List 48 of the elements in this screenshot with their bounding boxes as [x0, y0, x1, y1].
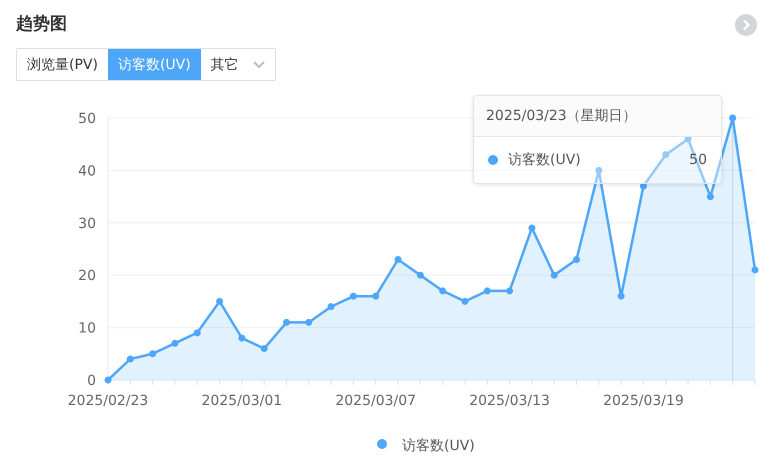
data-point [350, 292, 357, 300]
axis-label: 50 [78, 111, 96, 127]
data-point [484, 287, 491, 294]
data-point [729, 114, 736, 122]
axis-label: 2025/03/07 [335, 393, 416, 409]
axis-label: 2025/03/19 [603, 393, 684, 409]
data-point [328, 303, 335, 310]
legend-label[interactable]: 访客数(UV) [402, 438, 475, 454]
data-point [528, 224, 536, 232]
data-point [506, 287, 514, 294]
data-point [439, 287, 446, 294]
data-point [640, 182, 647, 190]
chevron-icon [252, 60, 265, 68]
series-dot [488, 155, 498, 165]
data-point [171, 340, 178, 347]
data-point [618, 292, 625, 300]
data-point [305, 318, 312, 326]
data-point [216, 298, 224, 305]
next-icon[interactable] [735, 14, 757, 36]
axis-label: 2025/03/01 [202, 393, 282, 409]
data-point [662, 151, 670, 158]
axis-label: 2025/03/13 [469, 393, 550, 409]
axis-label: 2025/02/23 [68, 393, 148, 409]
axis-label: 40 [78, 163, 96, 180]
data-point [573, 256, 580, 263]
data-point [104, 376, 112, 384]
data-point [238, 334, 246, 342]
axis-label: 10 [78, 320, 96, 337]
tooltip-date: 2025/03/23（星期日） [474, 96, 721, 137]
data-point [126, 356, 134, 363]
data-point [282, 318, 290, 326]
data-point [194, 329, 201, 336]
axis-label: 0 [87, 373, 96, 389]
chart-title: 趋势图 [16, 12, 67, 34]
tooltip-label: 访客数(UV) [508, 151, 581, 169]
data-point [752, 266, 758, 274]
data-point [461, 298, 468, 305]
data-point [595, 166, 602, 174]
axis-label: 30 [78, 216, 96, 232]
axis-label: 20 [78, 268, 96, 284]
data-point [149, 350, 156, 358]
data-point [260, 345, 268, 352]
data-point [684, 135, 692, 142]
data-point [416, 272, 424, 279]
data-point [550, 272, 558, 279]
data-point [372, 292, 380, 300]
data-point [706, 193, 714, 200]
data-point [394, 256, 402, 263]
